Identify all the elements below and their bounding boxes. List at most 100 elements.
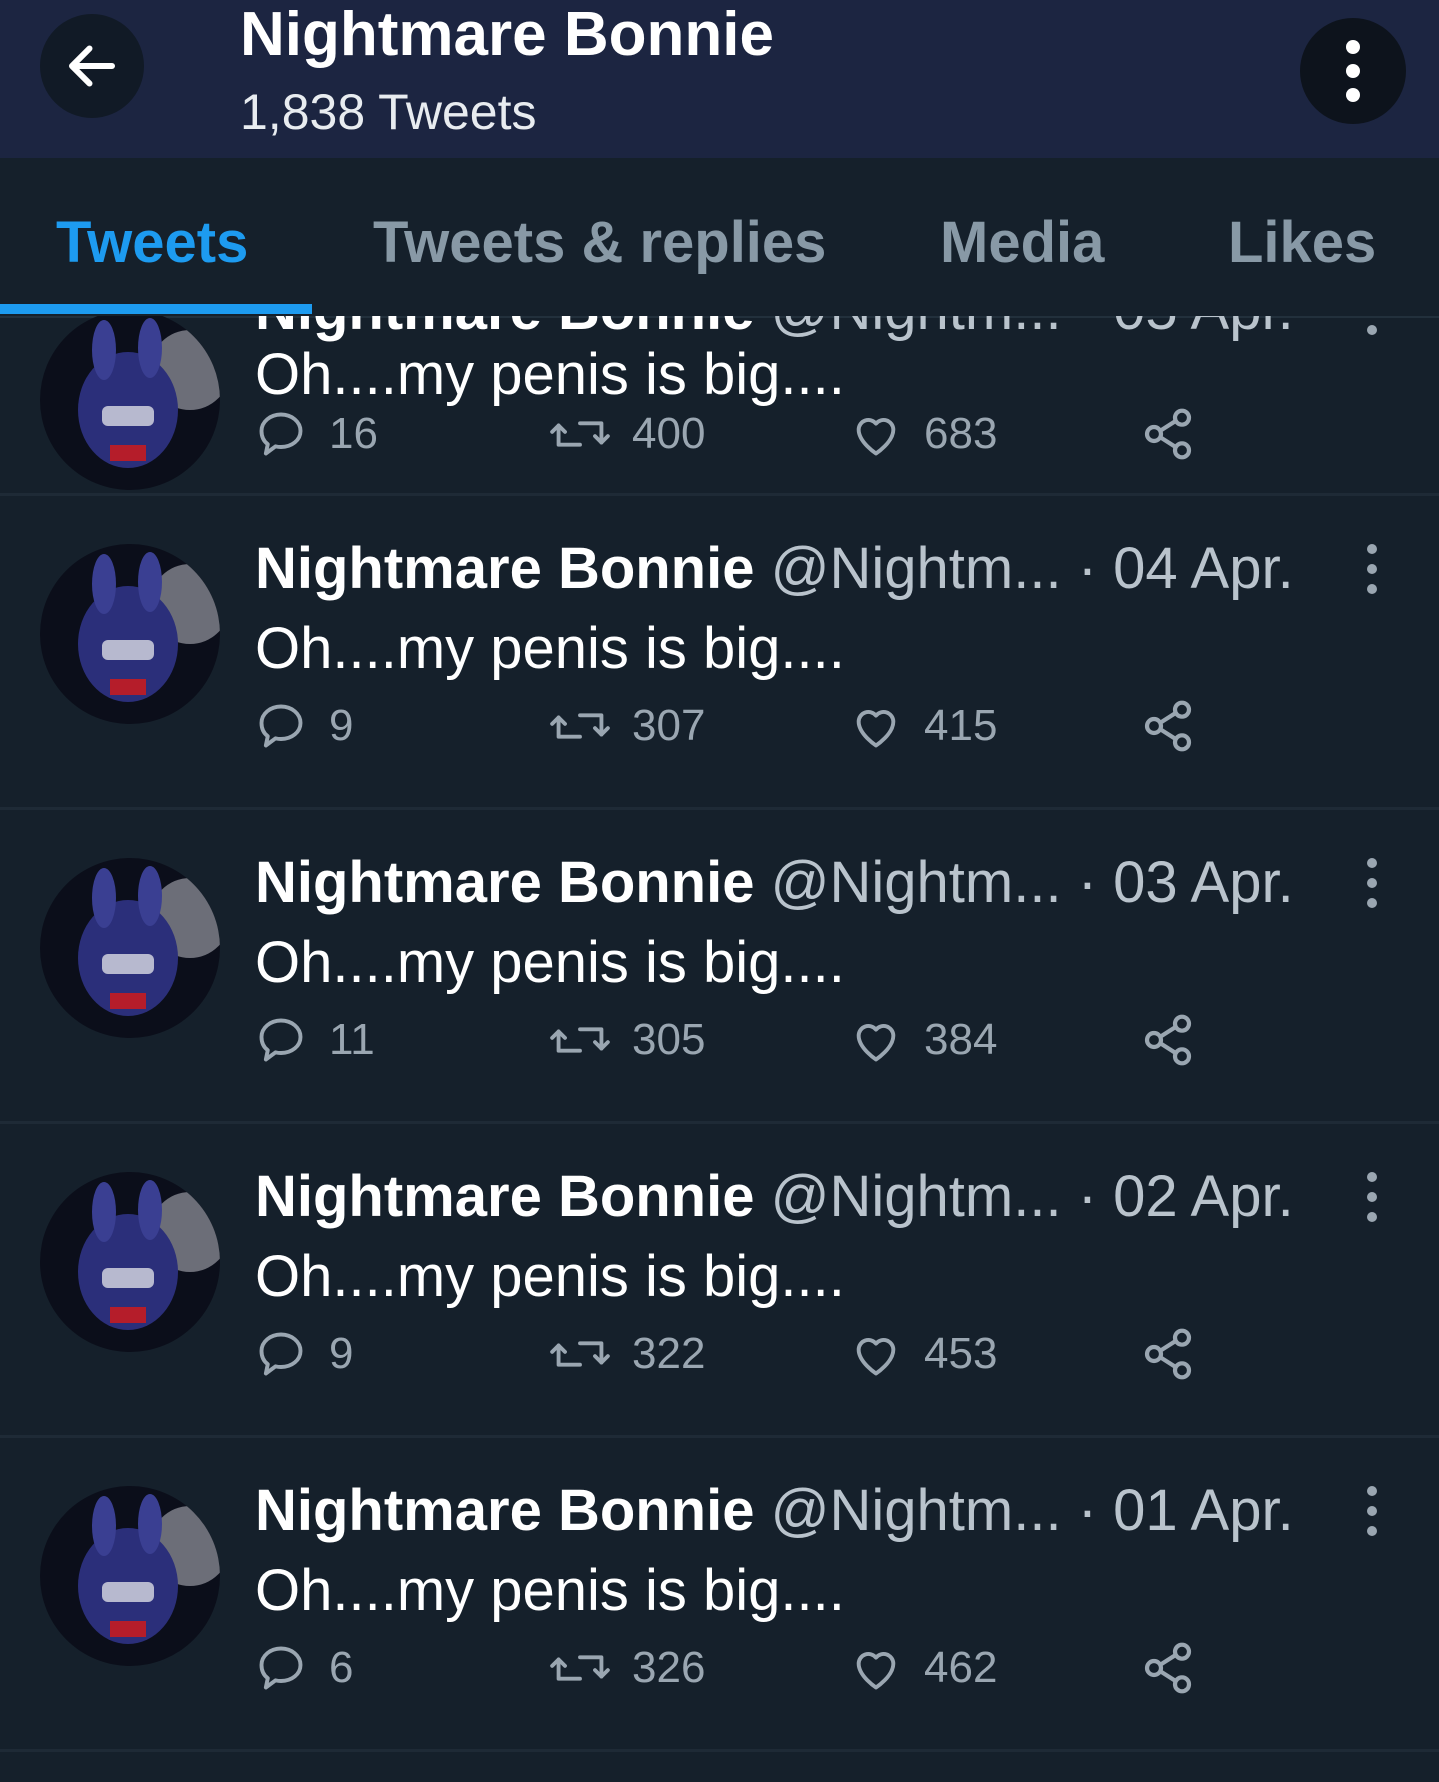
share-icon xyxy=(1144,408,1192,460)
tweet-menu-icon[interactable] xyxy=(1362,1169,1382,1225)
like-button[interactable]: 453 xyxy=(850,1324,997,1384)
avatar[interactable] xyxy=(40,858,220,1038)
tweet-date[interactable]: · 02 Apr. xyxy=(1078,1164,1294,1229)
tweet-header: Nightmare Bonnie @Nightm... · 04 Apr. xyxy=(255,536,1294,602)
tweet-author-name[interactable]: Nightmare Bonnie xyxy=(255,316,755,342)
share-button[interactable] xyxy=(1140,1010,1196,1070)
back-button[interactable] xyxy=(40,14,144,118)
profile-tabs: Tweets Tweets & replies Media Likes xyxy=(0,158,1439,318)
tweet-item[interactable]: Nightmare Bonnie @Nightm... · 02 Apr. Oh… xyxy=(0,1124,1439,1438)
retweet-button[interactable]: 322 xyxy=(550,1324,705,1384)
tweet-author-handle[interactable]: @Nightm... xyxy=(771,316,1062,342)
tweet-feed[interactable]: Nightmare Bonnie @Nightm... · 05 Apr. Oh… xyxy=(0,316,1439,1782)
like-count: 415 xyxy=(924,701,998,750)
tweet-item[interactable]: Nightmare Bonnie @Nightm... · 05 Apr. Oh… xyxy=(0,316,1439,496)
tweet-date[interactable]: · 05 Apr. xyxy=(1078,316,1294,342)
tweet-actions: 9 307 415 xyxy=(255,696,1255,756)
tweet-menu-icon[interactable] xyxy=(1362,541,1382,597)
tweet-menu-icon[interactable] xyxy=(1362,1483,1382,1539)
tweet-count: 1,838 Tweets xyxy=(240,84,537,140)
tweet-author-name[interactable]: Nightmare Bonnie xyxy=(255,850,755,915)
retweet-count: 322 xyxy=(632,1329,706,1378)
reply-count: 9 xyxy=(329,1329,354,1378)
reply-icon xyxy=(259,1018,303,1062)
tweet-actions: 11 305 384 xyxy=(255,1010,1255,1070)
tweet-header: Nightmare Bonnie @Nightm... · 03 Apr. xyxy=(255,850,1294,916)
retweet-button[interactable]: 307 xyxy=(550,696,705,756)
tweet-text: Oh....my penis is big.... xyxy=(255,1558,845,1623)
reply-count: 9 xyxy=(329,701,354,750)
tweet-date[interactable]: · 04 Apr. xyxy=(1078,536,1294,601)
reply-button[interactable]: 9 xyxy=(255,696,353,756)
tweet-text: Oh....my penis is big.... xyxy=(255,1244,845,1309)
reply-icon xyxy=(259,1332,303,1376)
avatar-image-icon xyxy=(40,858,220,1038)
tweet-author-handle[interactable]: @Nightm... xyxy=(771,850,1062,915)
tweet-author-name[interactable]: Nightmare Bonnie xyxy=(255,1478,755,1543)
share-button[interactable] xyxy=(1140,696,1196,756)
avatar[interactable] xyxy=(40,1172,220,1352)
arrow-left-icon xyxy=(69,45,115,87)
reply-button[interactable]: 11 xyxy=(255,1010,375,1070)
tab-tweets[interactable]: Tweets xyxy=(56,208,248,278)
heart-icon xyxy=(856,1338,896,1376)
avatar[interactable] xyxy=(40,544,220,724)
like-count: 453 xyxy=(924,1329,998,1378)
retweet-icon xyxy=(550,713,610,739)
like-button[interactable]: 683 xyxy=(850,404,997,464)
tab-likes[interactable]: Likes xyxy=(1228,208,1376,278)
avatar[interactable] xyxy=(40,1486,220,1666)
reply-count: 16 xyxy=(329,409,378,458)
reply-button[interactable]: 6 xyxy=(255,1638,353,1698)
like-button[interactable]: 415 xyxy=(850,696,997,756)
tweet-author-handle[interactable]: @Nightm... xyxy=(771,536,1062,601)
share-icon xyxy=(1144,1642,1192,1694)
tweet-item[interactable]: Nightmare Bonnie @Nightm... · 04 Apr. Oh… xyxy=(0,496,1439,810)
retweet-count: 326 xyxy=(632,1643,706,1692)
tweet-actions: 6 326 462 xyxy=(255,1638,1255,1698)
tweet-author-handle[interactable]: @Nightm... xyxy=(771,1478,1062,1543)
tweet-actions: 16 400 683 xyxy=(255,404,1255,464)
share-button[interactable] xyxy=(1140,1638,1196,1698)
share-button[interactable] xyxy=(1140,404,1196,464)
tweet-author-name[interactable]: Nightmare Bonnie xyxy=(255,536,755,601)
tweet-text: Oh....my penis is big.... xyxy=(255,616,845,681)
avatar-image-icon xyxy=(40,1172,220,1352)
tweet-text: Oh....my penis is big.... xyxy=(255,342,845,407)
tweet-item[interactable]: Nightmare Bonnie @Nightm... · 01 Apr. Oh… xyxy=(0,1438,1439,1752)
reply-icon xyxy=(259,1646,303,1690)
tab-media[interactable]: Media xyxy=(940,208,1104,278)
like-button[interactable]: 384 xyxy=(850,1010,997,1070)
tweet-date[interactable]: · 01 Apr. xyxy=(1078,1478,1294,1543)
tweet-item[interactable]: Nightmare Bonnie @Nightm... · 03 Apr. Oh… xyxy=(0,810,1439,1124)
like-count: 462 xyxy=(924,1643,998,1692)
retweet-count: 305 xyxy=(632,1015,706,1064)
reply-button[interactable]: 16 xyxy=(255,404,378,464)
retweet-count: 307 xyxy=(632,701,706,750)
tweet-author-handle[interactable]: @Nightm... xyxy=(771,1164,1062,1229)
tweet-menu-icon[interactable] xyxy=(1362,855,1382,911)
like-button[interactable]: 462 xyxy=(850,1638,997,1698)
tweet-author-name[interactable]: Nightmare Bonnie xyxy=(255,1164,755,1229)
tab-tweets-and-replies[interactable]: Tweets & replies xyxy=(373,208,826,278)
avatar-image-icon xyxy=(40,316,220,490)
avatar[interactable] xyxy=(40,316,220,490)
reply-button[interactable]: 9 xyxy=(255,1324,353,1384)
vertical-dots-icon xyxy=(1346,40,1360,102)
avatar-image-icon xyxy=(40,544,220,724)
retweet-button[interactable]: 326 xyxy=(550,1638,705,1698)
more-options-button[interactable] xyxy=(1300,18,1406,124)
retweet-button[interactable]: 400 xyxy=(550,404,705,464)
tweet-header: Nightmare Bonnie @Nightm... · 02 Apr. xyxy=(255,1164,1294,1230)
tweet-date[interactable]: · 03 Apr. xyxy=(1078,850,1294,915)
profile-header: Nightmare Bonnie 1,838 Tweets xyxy=(0,0,1439,158)
retweet-icon xyxy=(550,1027,610,1053)
tweet-menu-icon[interactable] xyxy=(1362,316,1382,338)
retweet-icon xyxy=(550,421,610,447)
retweet-button[interactable]: 305 xyxy=(550,1010,705,1070)
reply-count: 6 xyxy=(329,1643,354,1692)
active-tab-indicator xyxy=(0,304,312,314)
like-count: 683 xyxy=(924,409,998,458)
avatar-image-icon xyxy=(40,1486,220,1666)
share-button[interactable] xyxy=(1140,1324,1196,1384)
